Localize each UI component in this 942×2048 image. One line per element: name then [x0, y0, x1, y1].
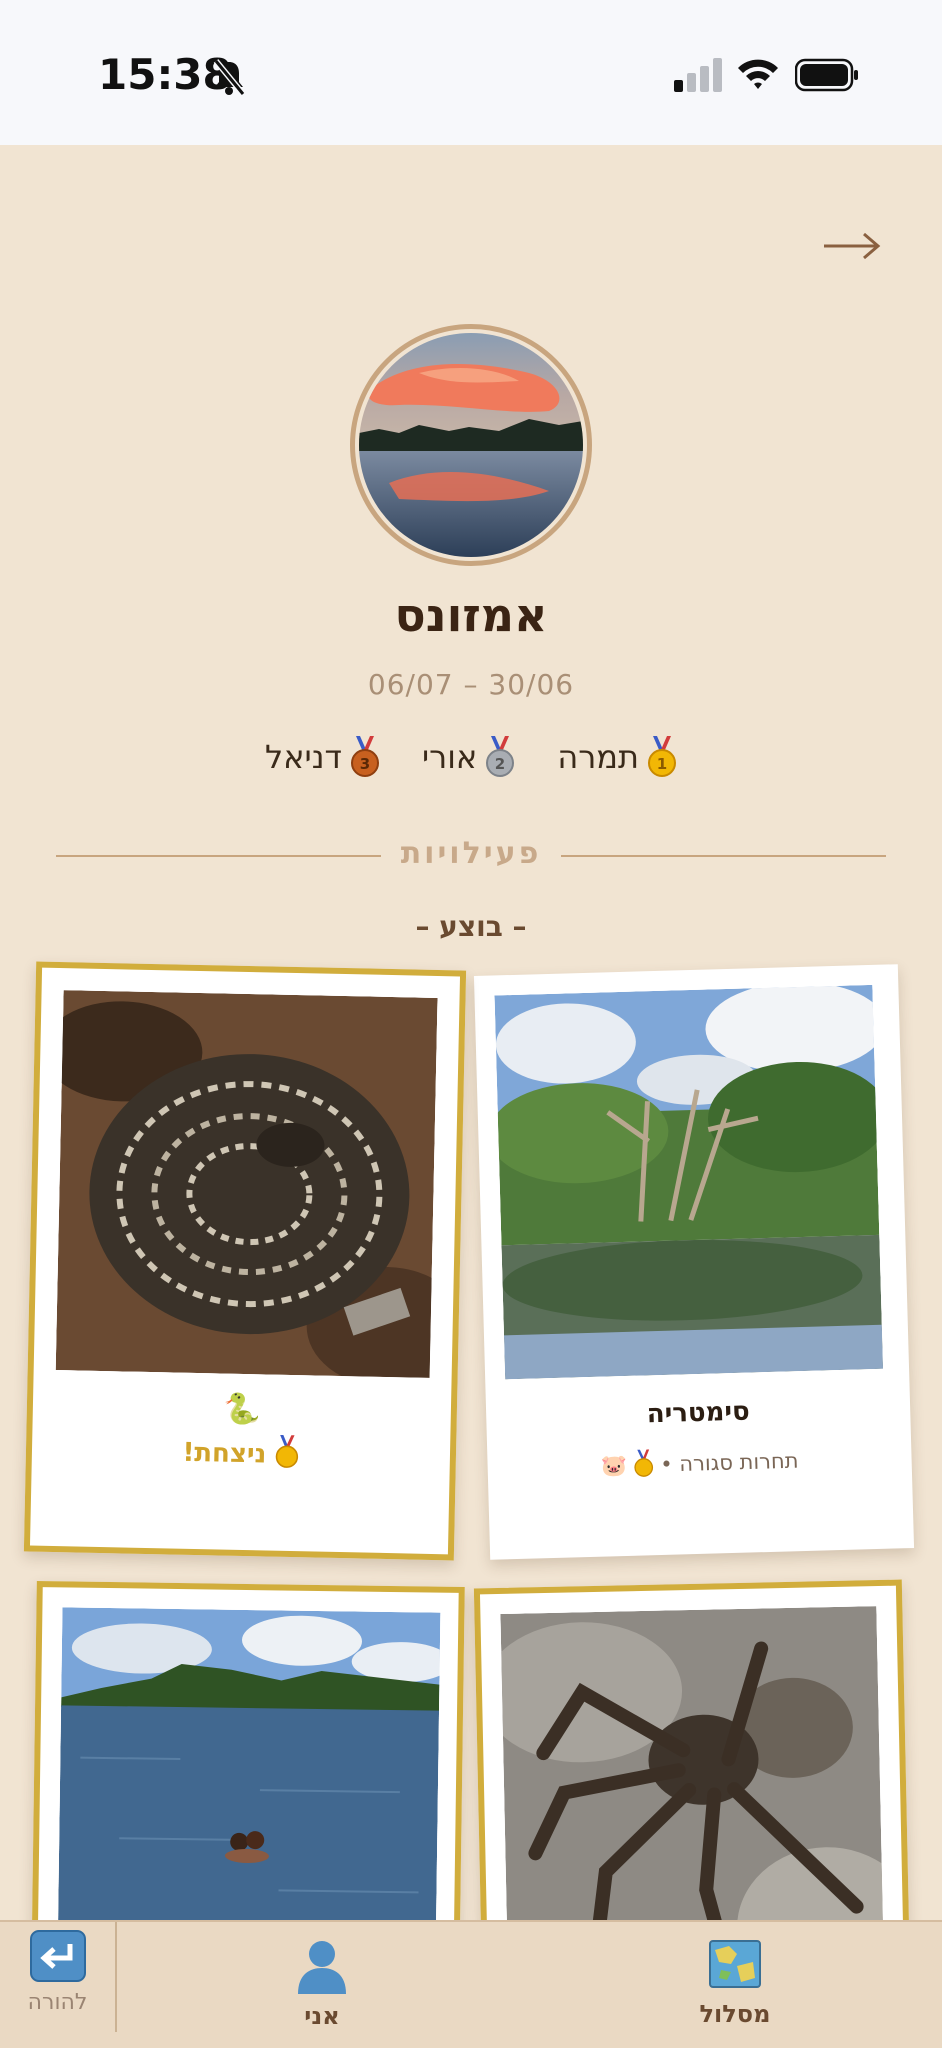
silver-medal-icon: 2 — [485, 736, 515, 778]
activity-card-symmetry[interactable]: סימטריה תחרות סגורה • 🐷 — [473, 964, 915, 1560]
card-subtitle-row: תחרות סגורה • 🐷 — [487, 1442, 912, 1487]
card-subtitle: תחרות סגורה • — [659, 1448, 799, 1477]
tab-separator — [115, 1922, 117, 2032]
rank-first-name: תמרה — [557, 738, 640, 776]
tab-route-label: מסלול — [699, 2000, 771, 2028]
tab-bar: מסלול אני להורה — [0, 1920, 942, 2048]
pig-emoji: 🐷 — [600, 1453, 628, 1479]
win-text: ניצחת! — [182, 1437, 267, 1470]
tab-me-label: אני — [304, 2002, 340, 2030]
rattlesnake-photo — [55, 990, 438, 1378]
win-row: ניצחת! — [32, 1430, 451, 1480]
sunset-river-photo — [359, 333, 583, 557]
map-icon — [709, 1940, 761, 1992]
tab-parent[interactable]: להורה — [0, 1922, 115, 2048]
rank-second: 2 אורי — [422, 736, 515, 778]
svg-text:3: 3 — [360, 755, 370, 773]
activities-divider: פעילויות — [56, 836, 886, 876]
trip-dates: 06/07 – 30/06 — [367, 668, 575, 701]
person-icon — [296, 1938, 348, 1998]
trip-title: אמזונס — [394, 588, 548, 642]
signal-icon — [674, 58, 722, 96]
gold-medal-icon — [275, 1434, 300, 1476]
rank-third-name: דניאל — [264, 738, 342, 776]
status-bar: 15:38 — [0, 0, 942, 145]
rank-third: 3 דניאל — [265, 736, 380, 778]
wifi-icon — [736, 56, 780, 96]
activity-card-snake[interactable]: 🐍 ניצחת! — [23, 961, 467, 1561]
return-icon — [30, 1930, 86, 1986]
svg-text:2: 2 — [495, 755, 505, 773]
tab-route[interactable]: מסלול — [645, 1922, 825, 2048]
back-arrow-icon[interactable] — [822, 226, 882, 266]
gold-medal-icon — [633, 1449, 654, 1483]
card-title: סימטריה — [646, 1396, 751, 1430]
tab-parent-label: להורה — [27, 1990, 88, 2015]
rank-first: 1 תמרה — [557, 736, 677, 778]
snake-emoji: 🐍 — [222, 1391, 261, 1428]
battery-icon — [794, 58, 859, 96]
trip-avatar — [350, 324, 592, 566]
svg-text:1: 1 — [657, 755, 667, 773]
bell-off-icon — [212, 58, 246, 100]
gold-medal-icon: 1 — [647, 736, 677, 778]
activities-label: פעילויות — [400, 836, 542, 871]
ranking-row: 1 תמרה 2 אורי 3 דניאל — [0, 736, 942, 778]
tab-me[interactable]: אני — [232, 1922, 412, 2048]
done-label: – בוצע – — [415, 910, 527, 943]
rank-second-name: אורי — [421, 738, 478, 776]
bronze-medal-icon: 3 — [350, 736, 380, 778]
flooded-forest-photo — [494, 984, 884, 1380]
